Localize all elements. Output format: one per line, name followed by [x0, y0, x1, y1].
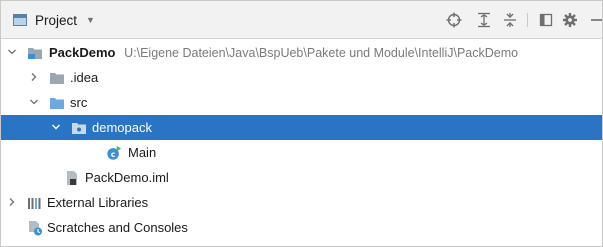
java-class-icon: c: [106, 145, 122, 161]
locate-file-button[interactable]: [445, 10, 463, 30]
module-folder-icon: [27, 45, 43, 61]
toolbar-separator: [527, 13, 528, 27]
tree-label-scratches: Scratches and Consoles: [47, 220, 188, 235]
tree-label-iml: PackDemo.iml: [85, 170, 169, 185]
module-name: PackDemo: [49, 45, 116, 60]
chevron-right-icon[interactable]: [28, 71, 40, 83]
tree-row-external-libraries[interactable]: External Libraries: [1, 190, 602, 215]
tree-label-external-libraries: External Libraries: [47, 195, 149, 210]
tool-window-header: Project ▼: [1, 1, 602, 39]
iml-file-icon: [64, 170, 80, 186]
tree-row-scratches[interactable]: Scratches and Consoles: [1, 215, 602, 240]
tree-label-src: src: [70, 95, 88, 110]
project-view-label: Project: [35, 12, 78, 28]
tree-label-main: Main: [128, 145, 157, 160]
header-toolbar: [441, 10, 602, 30]
chevron-down-icon: ▼: [86, 15, 95, 25]
tree-row-iml[interactable]: PackDemo.iml: [1, 165, 602, 190]
project-tool-window: Project ▼ PackDemo U:\Eigene Dateien\Jav…: [0, 0, 603, 247]
tree-row-packdemo[interactable]: PackDemo U:\Eigene Dateien\Java\BspUeb\P…: [1, 40, 602, 65]
chevron-right-icon[interactable]: [6, 196, 18, 208]
project-view-icon: [13, 14, 27, 26]
layout-icon: [539, 13, 553, 27]
folder-icon: [49, 70, 65, 86]
chevron-down-icon[interactable]: [6, 46, 18, 58]
collapse-all-button[interactable]: [501, 10, 519, 30]
tree-row-main[interactable]: c Main: [1, 140, 602, 165]
tree-label-packdemo: PackDemo U:\Eigene Dateien\Java\BspUeb\P…: [49, 45, 518, 61]
chevron-down-icon[interactable]: [28, 96, 40, 108]
project-view-selector[interactable]: Project ▼: [13, 10, 95, 30]
hide-button[interactable]: [587, 10, 602, 30]
expand-all-icon: [478, 12, 490, 28]
crosshair-icon: [446, 12, 462, 28]
tree-label-demopack: demopack: [92, 120, 152, 135]
libraries-icon: [27, 195, 43, 211]
tree-row-src[interactable]: src: [1, 90, 602, 115]
source-folder-icon: [49, 95, 65, 111]
gear-icon: [563, 13, 577, 27]
layout-button[interactable]: [537, 10, 555, 30]
svg-text:c: c: [111, 150, 116, 159]
minimize-icon: [591, 19, 602, 21]
collapse-all-icon: [504, 13, 516, 27]
package-icon: [71, 120, 87, 136]
expand-all-button[interactable]: [475, 10, 493, 30]
tree-row-demopack[interactable]: demopack: [1, 115, 602, 140]
settings-button[interactable]: [561, 10, 579, 30]
tree-row-idea[interactable]: .idea: [1, 65, 602, 90]
module-path: U:\Eigene Dateien\Java\BspUeb\Pakete und…: [124, 46, 519, 60]
scratches-icon: [27, 220, 43, 236]
tree-label-idea: .idea: [70, 70, 99, 85]
chevron-down-icon[interactable]: [50, 121, 62, 133]
